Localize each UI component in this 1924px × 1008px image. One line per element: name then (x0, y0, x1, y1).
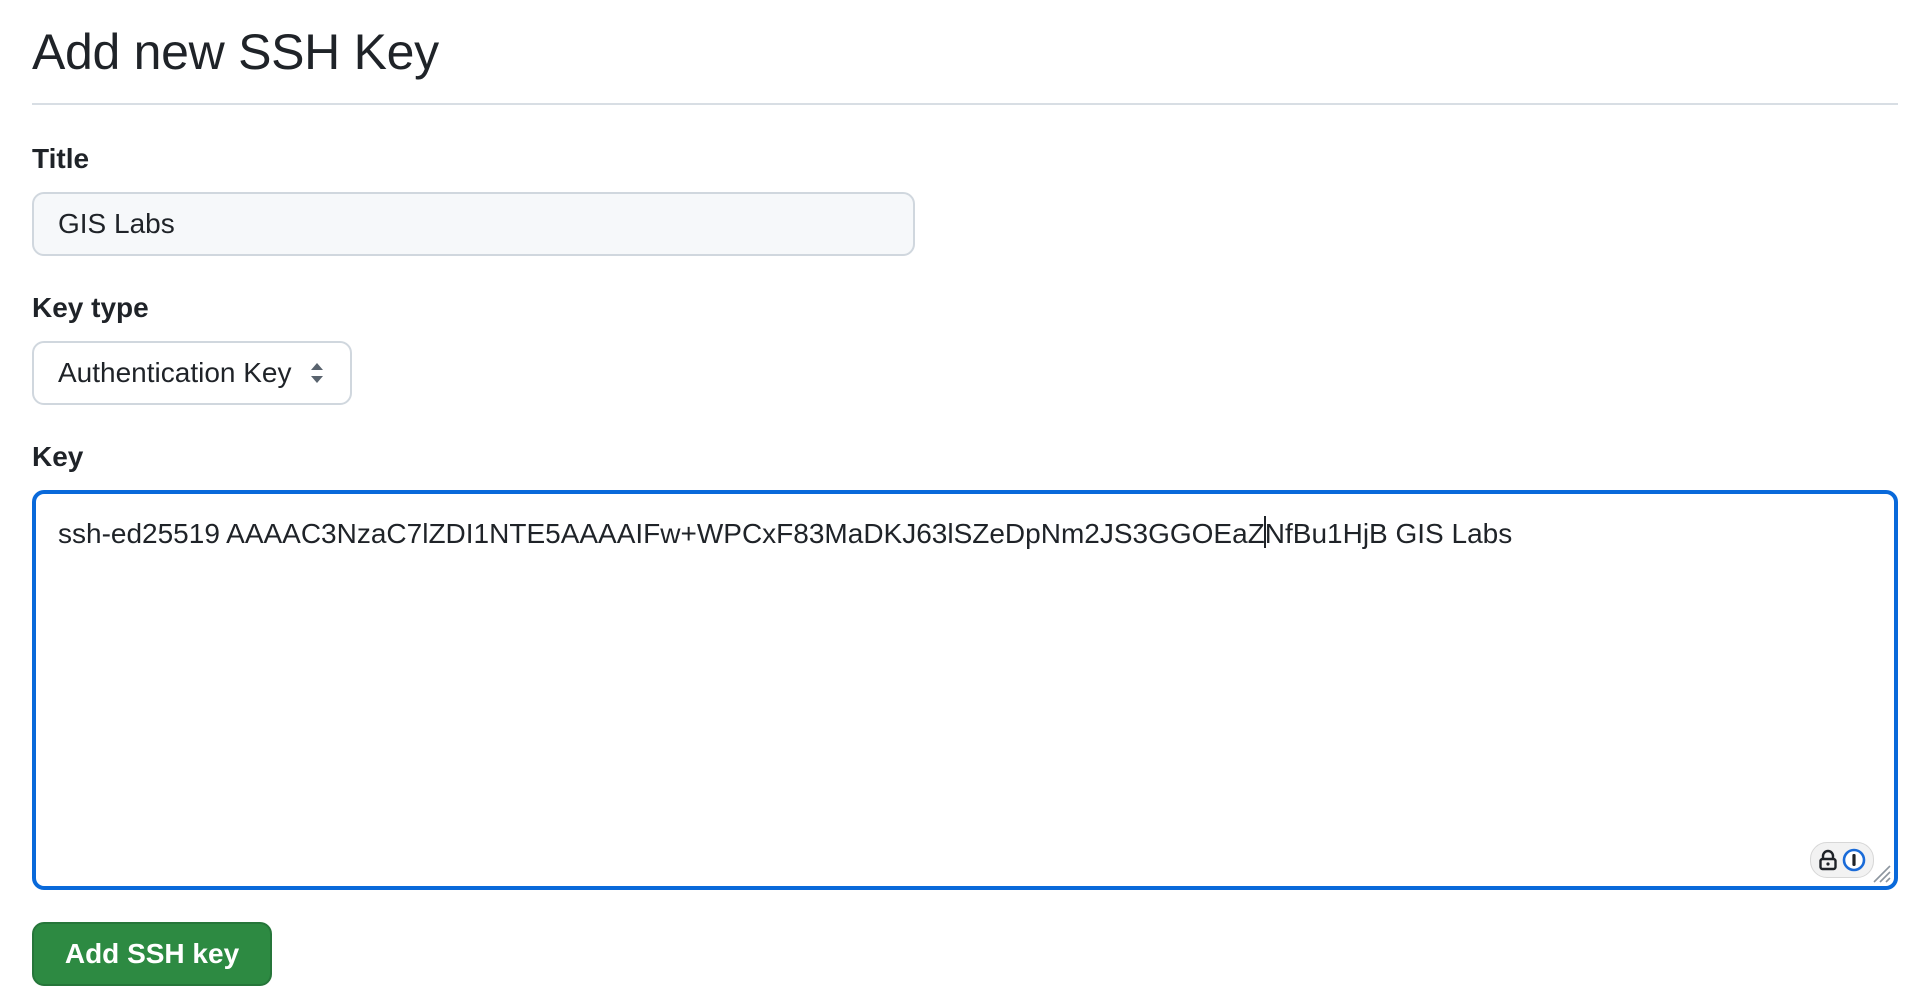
password-manager-icon[interactable] (1810, 842, 1874, 878)
resize-grip-icon[interactable] (1870, 862, 1892, 884)
title-label: Title (32, 143, 90, 174)
page-title: Add new SSH Key (32, 24, 439, 80)
up-down-arrows-icon (308, 360, 326, 386)
key-textarea[interactable]: ssh-ed25519 AAAAC3NzaC7lZDI1NTE5AAAAIFw+… (32, 490, 1898, 890)
key-type-select[interactable]: Authentication Key (32, 341, 352, 405)
add-ssh-key-button[interactable]: Add SSH key (32, 922, 272, 986)
add-ssh-key-page: Add new SSH Key Title Key type Authentic… (0, 0, 1924, 1008)
key-textarea-content: ssh-ed25519 AAAAC3NzaC7lZDI1NTE5AAAAIFw+… (58, 514, 1872, 554)
key-label: Key (32, 441, 84, 472)
title-input[interactable] (32, 192, 915, 256)
lock-icon (1819, 849, 1837, 871)
key-text-before-caret: ssh-ed25519 AAAAC3NzaC7lZDI1NTE5AAAAIFw+… (58, 518, 1265, 549)
key-type-selected-value: Authentication Key (58, 357, 292, 388)
header-divider (32, 103, 1898, 105)
one-password-icon (1842, 848, 1866, 872)
key-text-after-caret: NfBu1HjB GIS Labs (1264, 518, 1513, 549)
key-type-label: Key type (32, 292, 149, 323)
